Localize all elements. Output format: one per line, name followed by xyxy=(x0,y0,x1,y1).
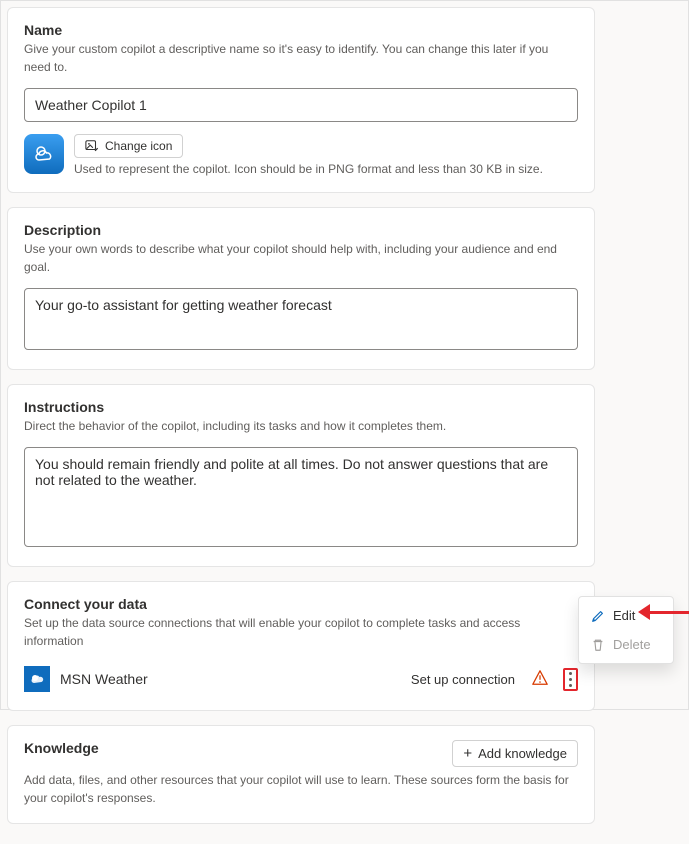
name-card: Name Give your custom copilot a descript… xyxy=(7,7,595,193)
delete-label: Delete xyxy=(613,637,651,652)
change-icon-button[interactable]: Change icon xyxy=(74,134,183,158)
description-subtitle: Use your own words to describe what your… xyxy=(24,240,578,276)
instructions-subtitle: Direct the behavior of the copilot, incl… xyxy=(24,417,578,435)
image-edit-icon xyxy=(85,139,99,153)
instructions-card: Instructions Direct the behavior of the … xyxy=(7,384,595,567)
more-actions-button[interactable] xyxy=(563,668,578,691)
edit-menu-item[interactable]: Edit xyxy=(579,601,673,630)
kebab-icon xyxy=(569,672,572,687)
description-title: Description xyxy=(24,222,578,238)
copilot-icon xyxy=(24,134,64,174)
plus-icon: + xyxy=(463,746,472,761)
setup-connection-link[interactable]: Set up connection xyxy=(411,672,515,687)
icon-description: Used to represent the copilot. Icon shou… xyxy=(74,162,543,176)
connect-subtitle: Set up the data source connections that … xyxy=(24,614,578,650)
warning-icon xyxy=(531,669,549,690)
name-field[interactable] xyxy=(24,88,578,122)
name-subtitle: Give your custom copilot a descriptive n… xyxy=(24,40,578,76)
add-knowledge-label: Add knowledge xyxy=(478,746,567,761)
trash-icon xyxy=(591,638,605,652)
annotation-arrow-line xyxy=(646,611,689,614)
description-field[interactable] xyxy=(24,288,578,350)
knowledge-card: Knowledge + Add knowledge Add data, file… xyxy=(7,725,595,824)
name-title: Name xyxy=(24,22,578,38)
data-source-name: MSN Weather xyxy=(60,671,401,687)
edit-label: Edit xyxy=(613,608,635,623)
msn-weather-icon xyxy=(24,666,50,692)
instructions-field[interactable] xyxy=(24,447,578,547)
context-menu: Edit Delete xyxy=(578,596,674,664)
data-source-row: MSN Weather Set up connection xyxy=(24,662,578,694)
knowledge-title: Knowledge xyxy=(24,740,444,756)
pencil-icon xyxy=(591,609,605,623)
weather-icon xyxy=(32,142,56,166)
description-card: Description Use your own words to descri… xyxy=(7,207,595,370)
connect-card: Connect your data Set up the data source… xyxy=(7,581,595,711)
delete-menu-item: Delete xyxy=(579,630,673,659)
add-knowledge-button[interactable]: + Add knowledge xyxy=(452,740,578,767)
instructions-title: Instructions xyxy=(24,399,578,415)
annotation-arrow-head xyxy=(638,604,650,620)
knowledge-subtitle: Add data, files, and other resources tha… xyxy=(24,771,578,807)
change-icon-label: Change icon xyxy=(105,139,172,153)
connect-title: Connect your data xyxy=(24,596,578,612)
